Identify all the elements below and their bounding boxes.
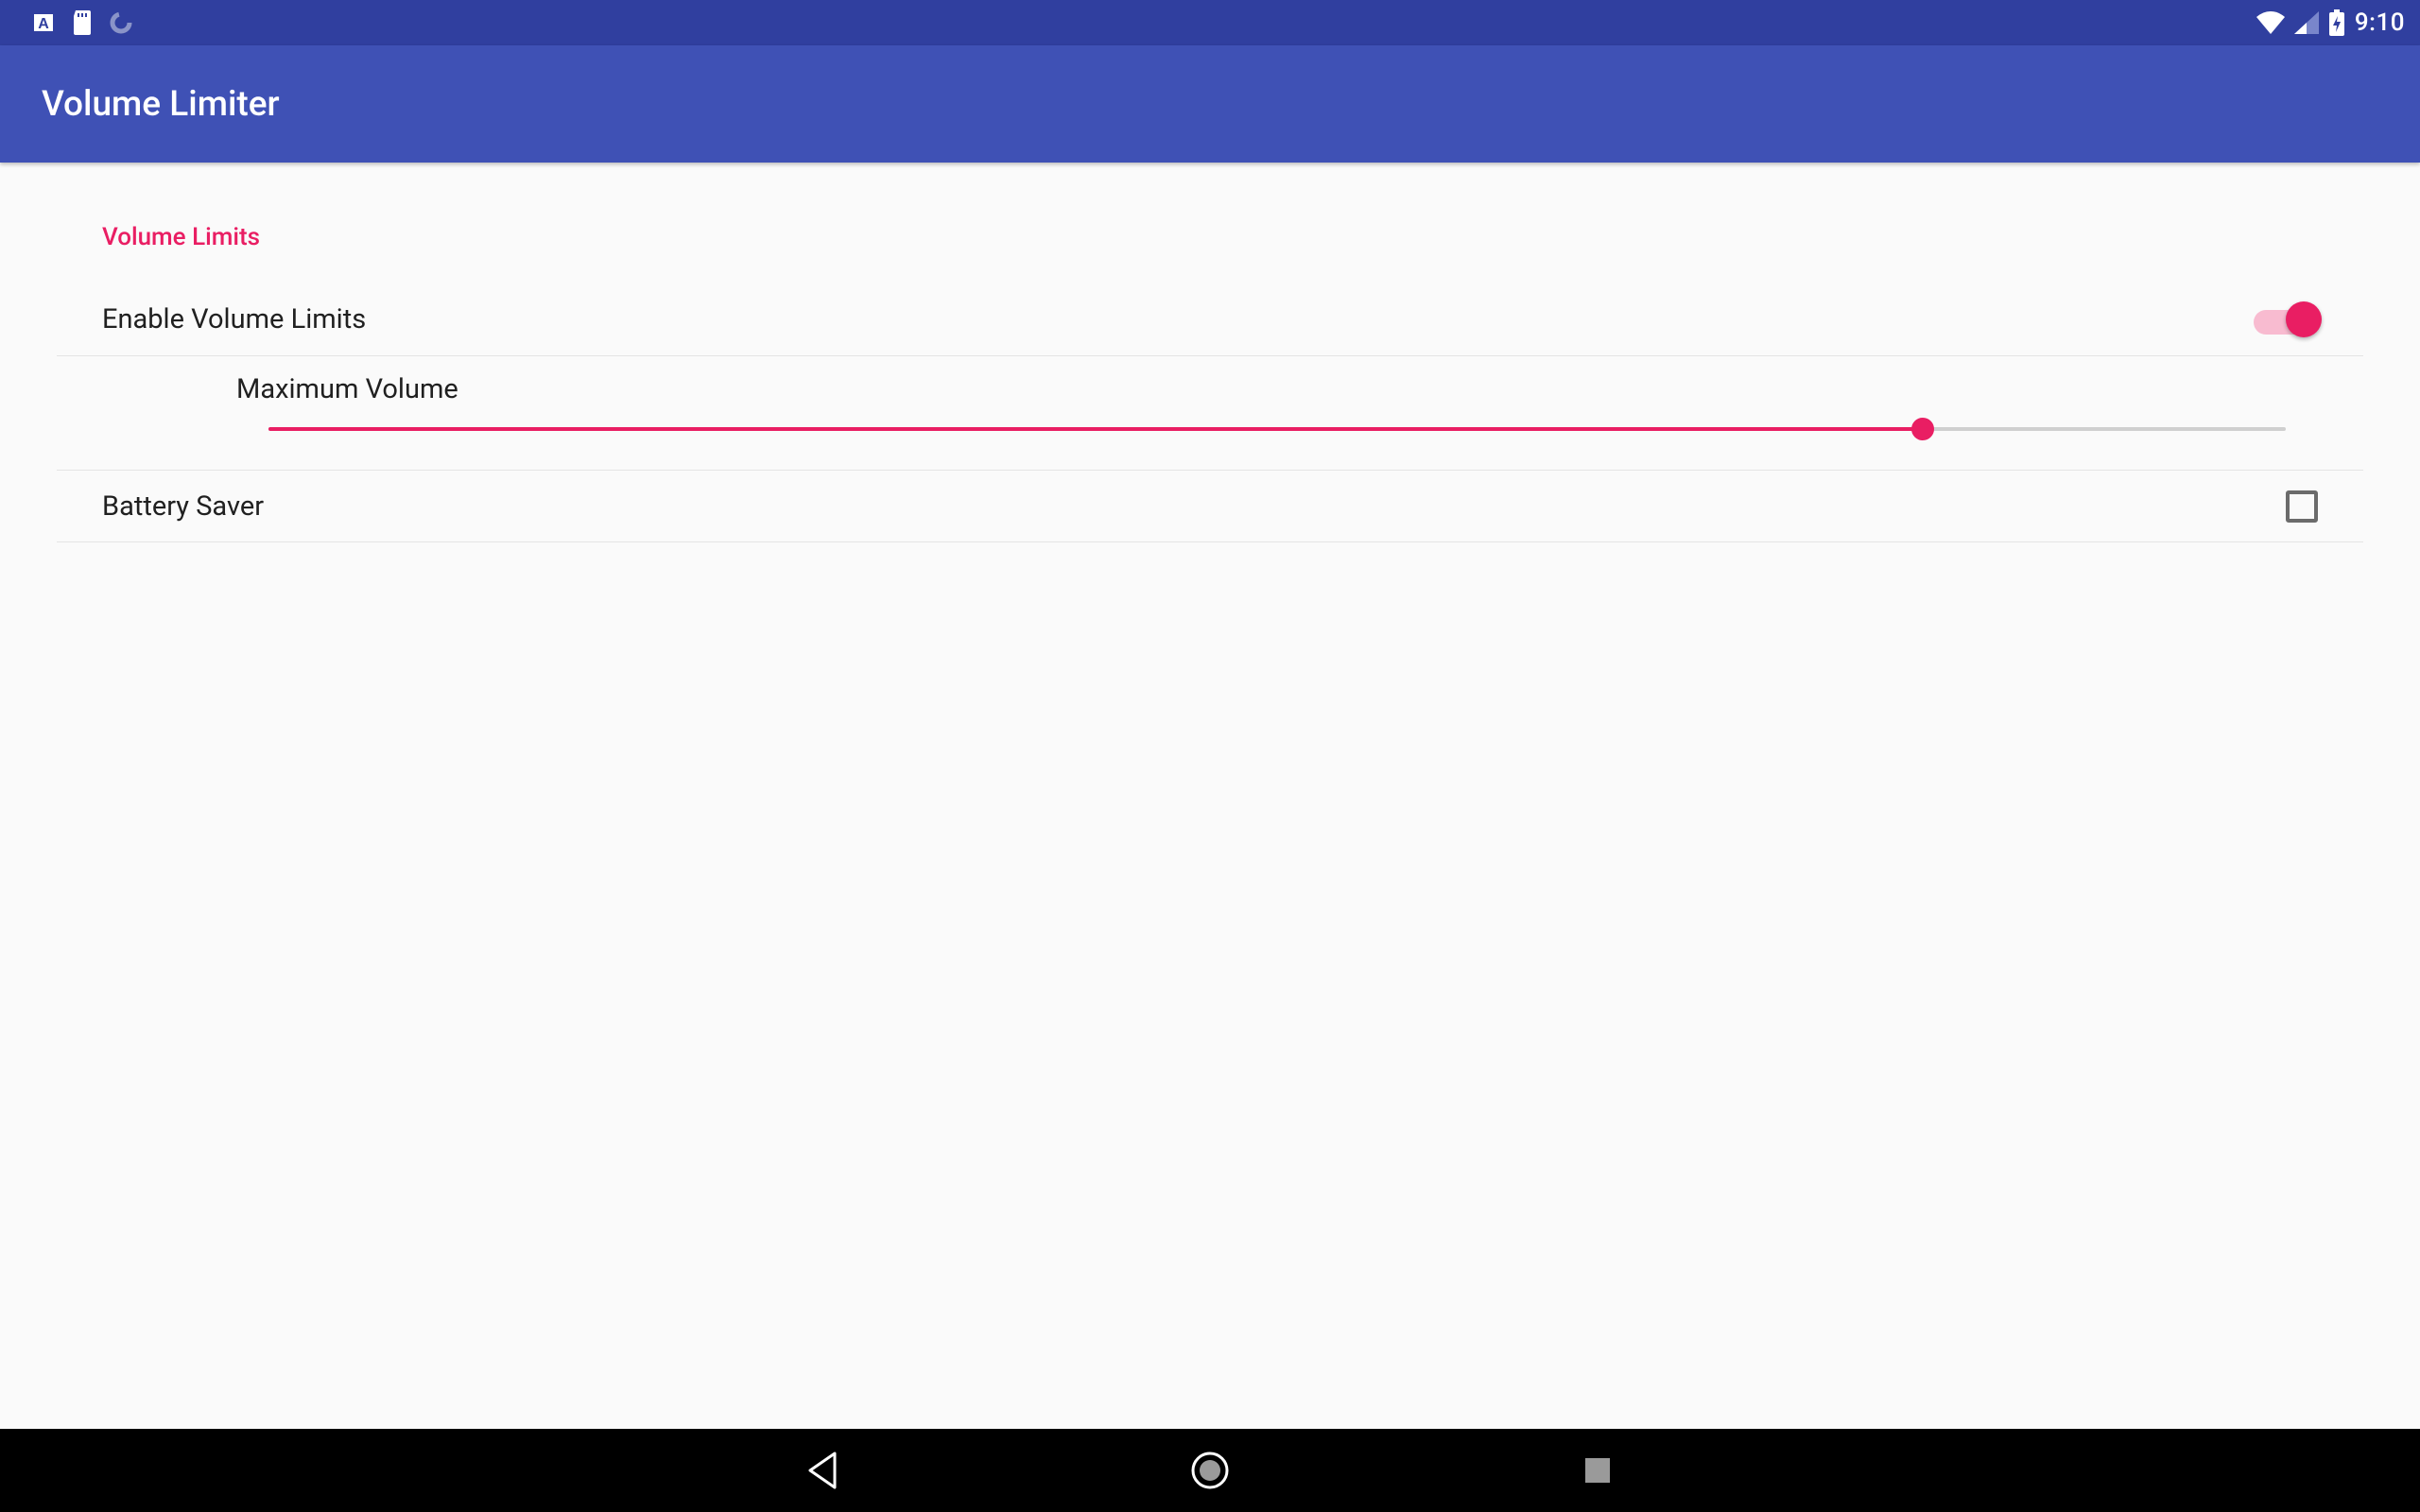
keyboard-a-icon: A <box>32 11 55 34</box>
loading-icon <box>110 11 132 34</box>
battery-saver-checkbox[interactable] <box>2286 490 2318 523</box>
maximum-volume-label: Maximum Volume <box>236 373 2318 405</box>
back-button[interactable] <box>799 1447 846 1494</box>
app-bar: Volume Limiter <box>0 45 2420 163</box>
cellular-icon <box>2294 11 2319 34</box>
slider-track-fill <box>268 427 1923 431</box>
wifi-icon <box>2256 11 2285 34</box>
status-clock: 9:10 <box>2355 9 2405 37</box>
home-button[interactable] <box>1186 1447 1234 1494</box>
battery-saver-label: Battery Saver <box>102 490 2286 523</box>
enable-volume-limits-switch[interactable] <box>2254 301 2318 338</box>
row-battery-saver[interactable]: Battery Saver <box>57 471 2363 542</box>
status-left: A <box>15 10 132 35</box>
recent-apps-button[interactable] <box>1574 1447 1621 1494</box>
row-enable-volume-limits[interactable]: Enable Volume Limits <box>57 284 2363 356</box>
navigation-bar <box>0 1429 2420 1512</box>
status-right: 9:10 <box>2256 9 2405 37</box>
row-maximum-volume[interactable]: Maximum Volume <box>57 356 2363 471</box>
enable-volume-limits-label: Enable Volume Limits <box>102 303 2254 335</box>
maximum-volume-slider[interactable] <box>268 413 2286 445</box>
sd-card-icon <box>72 10 93 35</box>
app-title: Volume Limiter <box>42 84 280 125</box>
status-bar: A 9:10 <box>0 0 2420 45</box>
slider-thumb[interactable] <box>1911 418 1934 440</box>
svg-text:A: A <box>38 16 49 32</box>
battery-charging-icon <box>2328 9 2345 36</box>
section-title-volume-limits: Volume Limits <box>57 212 2363 284</box>
switch-thumb <box>2286 301 2322 337</box>
settings-content: Volume Limits Enable Volume Limits Maxim… <box>0 163 2420 1429</box>
